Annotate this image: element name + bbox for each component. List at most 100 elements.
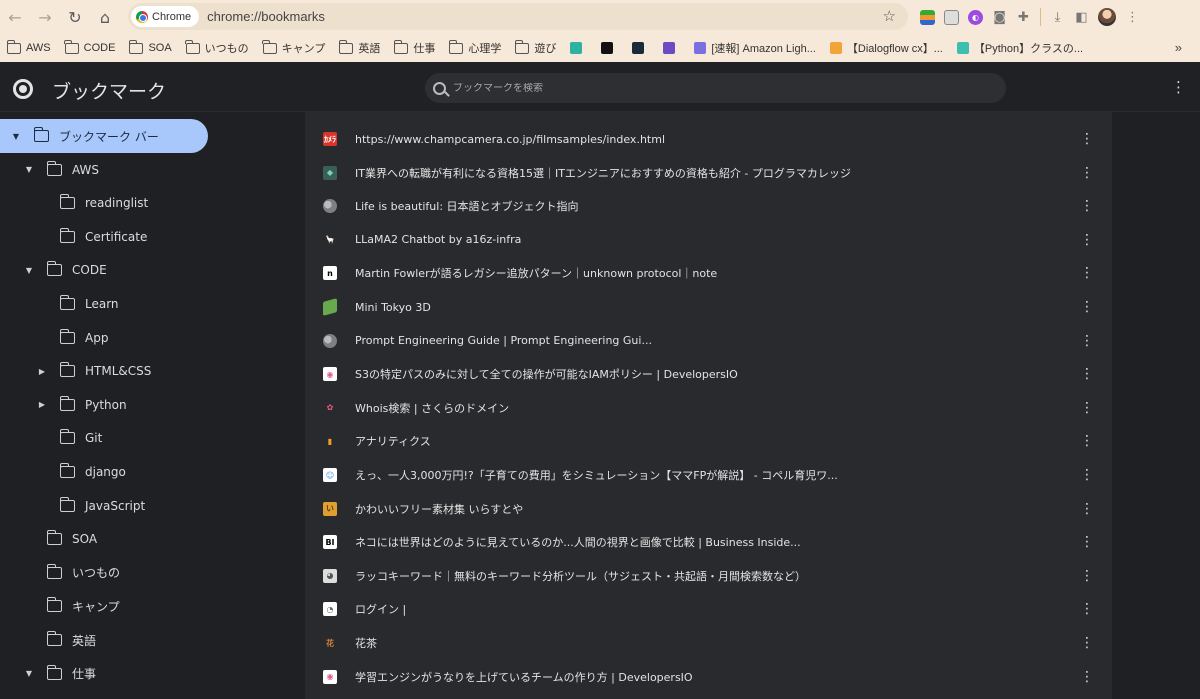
bookmark-bar-link[interactable] <box>632 42 649 54</box>
more-actions-icon[interactable]: ⋮ <box>1080 265 1094 281</box>
bookmark-row[interactable]: 花 花茶 ⋮ <box>305 626 1112 660</box>
bookmark-row[interactable]: 🦙 LLaMA2 Chatbot by a16z-infra ⋮ <box>305 223 1112 257</box>
bookmark-bar-link[interactable]: 【Dialogflow cx】... <box>829 40 943 56</box>
bookmark-bar-folder[interactable]: 仕事 <box>393 39 435 56</box>
more-actions-icon[interactable]: ⋮ <box>1080 433 1094 449</box>
more-actions-icon[interactable]: ⋮ <box>1080 333 1094 349</box>
more-actions-icon[interactable]: ⋮ <box>1080 366 1094 382</box>
bookmark-row[interactable]: ✿ Whois検索 | さくらのドメイン ⋮ <box>305 391 1112 425</box>
more-actions-icon[interactable]: ⋮ <box>1080 131 1094 147</box>
camera-icon[interactable]: ◙ <box>992 10 1007 25</box>
bookmark-bar-folder[interactable]: SOA <box>128 39 172 54</box>
home-button[interactable]: ⌂ <box>90 2 120 32</box>
more-actions-icon[interactable]: ⋮ <box>1080 299 1094 315</box>
more-actions-icon[interactable]: ⋮ <box>1080 165 1094 181</box>
more-actions-icon[interactable]: ⋮ <box>1080 232 1094 248</box>
bookmark-bar-folder[interactable]: AWS <box>6 39 51 54</box>
search-box[interactable] <box>425 73 1006 103</box>
tree-item[interactable]: ▼ AWS <box>0 153 300 187</box>
bookmark-title[interactable]: 花茶 <box>355 635 377 651</box>
extension-icon[interactable] <box>920 9 935 25</box>
bookmark-title[interactable]: Life is beautiful: 日本語とオブジェクト指向 <box>355 198 579 214</box>
bookmarks-overflow-icon[interactable]: » <box>1175 40 1182 55</box>
profile-avatar[interactable] <box>1098 8 1116 26</box>
tree-item[interactable]: キャンプ <box>0 589 300 623</box>
tree-item[interactable]: readinglist <box>0 186 300 220</box>
bookmark-row[interactable]: ☺ えっ、一人3,000万円!?「子育ての費用」をシミュレーション【ママFPが解説… <box>305 458 1112 492</box>
more-actions-icon[interactable]: ⋮ <box>1080 669 1094 685</box>
bookmark-bar-folder[interactable]: いつもの <box>185 39 249 56</box>
more-actions-icon[interactable]: ⋮ <box>1080 635 1094 651</box>
tree-item[interactable]: ▼ ブックマーク バー <box>0 119 208 153</box>
bookmark-row[interactable]: Life is beautiful: 日本語とオブジェクト指向 ⋮ <box>305 189 1112 223</box>
expand-arrow-icon[interactable]: ▼ <box>23 669 35 678</box>
bookmark-row[interactable]: ◕ ラッコキーワード｜無料のキーワード分析ツール（サジェスト・共起語・月間検索数な… <box>305 559 1112 593</box>
bookmark-title[interactable]: https://www.champcamera.co.jp/filmsample… <box>355 133 665 146</box>
bookmark-row[interactable]: ◉ S3の特定パスのみに対して全ての操作が可能なIAMポリシー | Develop… <box>305 357 1112 391</box>
tree-item[interactable]: Certificate <box>0 220 300 254</box>
bookmark-title[interactable]: LLaMA2 Chatbot by a16z-infra <box>355 233 521 246</box>
tree-item[interactable]: ▶ HTML&CSS <box>0 354 300 388</box>
bookmark-title[interactable]: かわいいフリー素材集 いらすとや <box>355 501 523 517</box>
url-text[interactable]: chrome://bookmarks <box>207 9 325 24</box>
tree-item[interactable]: ▶ Python <box>0 388 300 422</box>
bookmark-row[interactable]: Mini Tokyo 3D ⋮ <box>305 290 1112 324</box>
more-actions-icon[interactable]: ⋮ <box>1080 601 1094 617</box>
bookmark-bar-link[interactable] <box>601 42 618 54</box>
bookmark-bar-link[interactable] <box>570 42 587 54</box>
bookmark-bar-folder[interactable]: CODE <box>64 39 115 54</box>
bookmark-bar-folder[interactable]: 心理学 <box>448 39 501 56</box>
bookmark-bar-link[interactable]: 【Python】クラスの... <box>956 40 1083 56</box>
bookmark-title[interactable]: 学習エンジンがうなりを上げているチームの作り方 | DevelopersIO <box>355 669 693 685</box>
more-actions-icon[interactable]: ⋮ <box>1080 467 1094 483</box>
more-actions-icon[interactable]: ⋮ <box>1080 568 1094 584</box>
cast-icon[interactable] <box>944 9 959 25</box>
bookmark-title[interactable]: ラッコキーワード｜無料のキーワード分析ツール（サジェスト・共起語・月間検索数など… <box>355 568 806 584</box>
organize-menu-icon[interactable]: ⋮ <box>1171 78 1186 96</box>
bookmark-title[interactable]: Martin Fowlerが語るレガシー追放パターン｜unknown proto… <box>355 265 717 281</box>
back-button[interactable]: ← <box>0 2 30 32</box>
bookmark-row[interactable]: BI ネコには世界はどのように見えているのか...人間の視界と画像で比較 | Bu… <box>305 525 1112 559</box>
tree-item[interactable]: SOA <box>0 522 300 556</box>
tree-item[interactable]: Learn <box>0 287 300 321</box>
bookmark-bar-folder[interactable]: 英語 <box>338 39 380 56</box>
expand-arrow-icon[interactable]: ▼ <box>23 266 35 275</box>
more-actions-icon[interactable]: ⋮ <box>1080 198 1094 214</box>
bookmark-row[interactable]: ｶﾒﾗ https://www.champcamera.co.jp/filmsam… <box>305 122 1112 156</box>
more-actions-icon[interactable]: ⋮ <box>1080 400 1094 416</box>
bookmark-star-icon[interactable]: ☆ <box>883 7 896 25</box>
bookmark-row[interactable]: い かわいいフリー素材集 いらすとや ⋮ <box>305 492 1112 526</box>
bookmark-title[interactable]: えっ、一人3,000万円!?「子育ての費用」をシミュレーション【ママFPが解説】… <box>355 467 838 483</box>
tree-item[interactable]: Git <box>0 421 300 455</box>
collapse-arrow-icon[interactable]: ▶ <box>36 400 48 409</box>
bookmark-row[interactable]: ◔ ログイン | ⋮ <box>305 592 1112 626</box>
bookmark-bar-folder[interactable]: 遊び <box>514 39 556 56</box>
bookmark-row[interactable]: ◉ 学習エンジンがうなりを上げているチームの作り方 | DevelopersIO ⋮ <box>305 660 1112 694</box>
address-bar[interactable]: Chrome chrome://bookmarks ☆ <box>128 3 908 30</box>
bookmark-row[interactable]: n Martin Fowlerが語るレガシー追放パターン｜unknown prot… <box>305 256 1112 290</box>
side-panel-icon[interactable]: ◧ <box>1074 10 1089 25</box>
bookmark-row[interactable]: ◆ IT業界への転職が有利になる資格15選｜ITエンジニアにおすすめの資格も紹介 … <box>305 156 1112 190</box>
menu-kebab-icon[interactable]: ⋮ <box>1125 10 1140 25</box>
tree-item[interactable]: ▼ 仕事 <box>0 657 300 691</box>
collapse-arrow-icon[interactable]: ▶ <box>36 367 48 376</box>
forward-button[interactable]: → <box>30 2 60 32</box>
puzzle-icon[interactable]: ✚ <box>1016 10 1031 25</box>
search-input[interactable] <box>453 82 973 94</box>
bookmark-title[interactable]: S3の特定パスのみに対して全ての操作が可能なIAMポリシー | Develope… <box>355 366 738 382</box>
bookmark-bar-link[interactable] <box>663 42 680 54</box>
bookmark-row[interactable]: ▮ アナリティクス ⋮ <box>305 424 1112 458</box>
bookmark-bar-link[interactable]: [速報] Amazon Ligh... <box>694 40 816 56</box>
bookmark-row[interactable]: Prompt Engineering Guide | Prompt Engine… <box>305 324 1112 358</box>
expand-arrow-icon[interactable]: ▼ <box>23 165 35 174</box>
expand-arrow-icon[interactable]: ▼ <box>10 132 22 141</box>
extension-purple-icon[interactable]: ◐ <box>968 9 983 25</box>
bookmark-title[interactable]: IT業界への転職が有利になる資格15選｜ITエンジニアにおすすめの資格も紹介 -… <box>355 165 851 181</box>
bookmark-title[interactable]: Prompt Engineering Guide | Prompt Engine… <box>355 334 652 347</box>
bookmark-title[interactable]: ネコには世界はどのように見えているのか...人間の視界と画像で比較 | Busi… <box>355 534 801 550</box>
tree-item[interactable]: django <box>0 455 300 489</box>
tree-item[interactable]: ▼ CODE <box>0 253 300 287</box>
bookmark-title[interactable]: ログイン | <box>355 601 406 617</box>
bookmark-bar-folder[interactable]: キャンプ <box>262 39 325 56</box>
site-chip[interactable]: Chrome <box>131 6 200 27</box>
